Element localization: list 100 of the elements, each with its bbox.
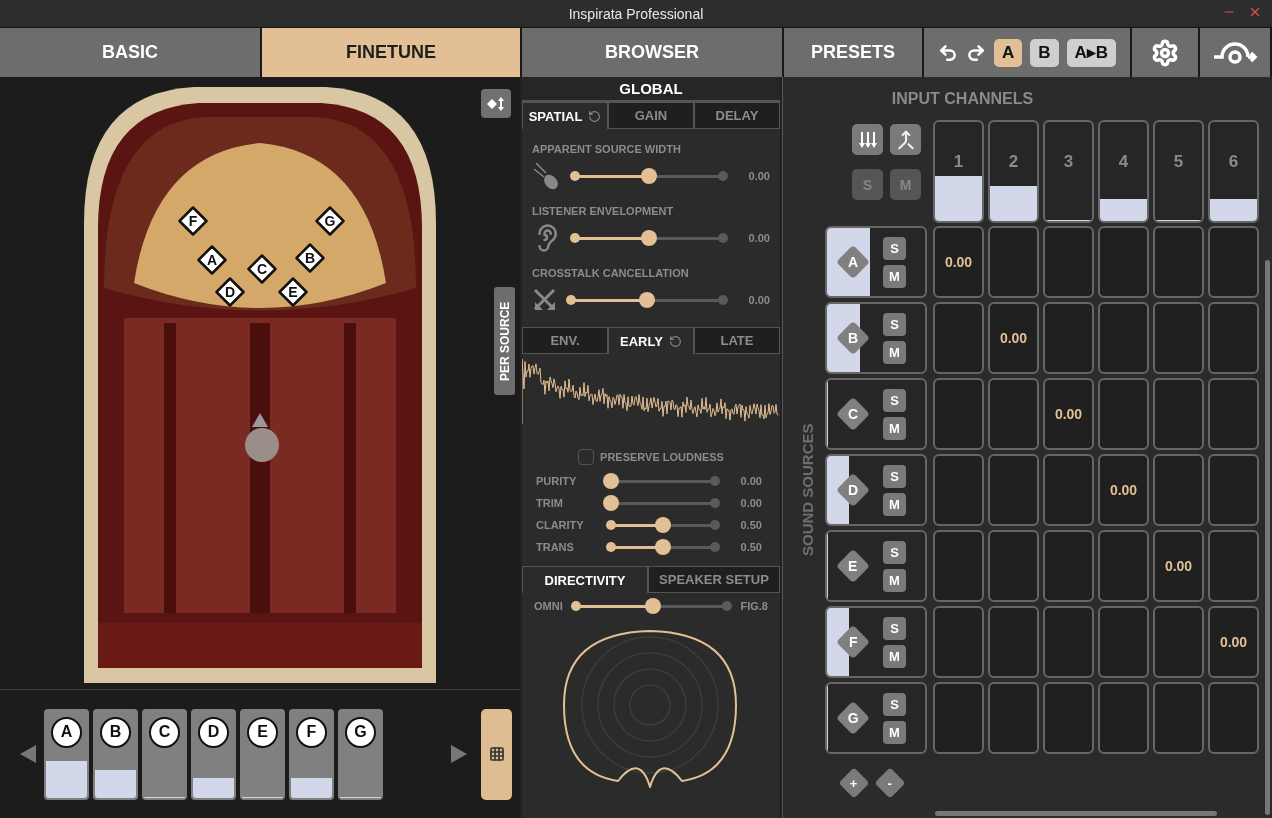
matrix-cell[interactable] [1043, 682, 1094, 754]
matrix-cell[interactable] [933, 682, 984, 754]
source-tile[interactable]: C [142, 708, 187, 800]
slider-thumb[interactable] [641, 168, 657, 184]
matrix-cell[interactable]: 0.00 [1208, 606, 1259, 678]
source-tile[interactable]: F [289, 708, 334, 800]
matrix-cell[interactable] [1043, 606, 1094, 678]
input-channel[interactable]: 3 [1043, 120, 1094, 223]
input-channel[interactable]: 4 [1098, 120, 1149, 223]
matrix-cell[interactable] [1098, 378, 1149, 450]
matrix-cell[interactable] [988, 226, 1039, 298]
source-tile[interactable]: E [240, 708, 285, 800]
mute-button[interactable]: M [883, 568, 906, 592]
matrix-cell[interactable] [933, 530, 984, 602]
sound-source[interactable]: G S M [825, 682, 927, 754]
undo-button[interactable] [937, 42, 958, 63]
view-toggle-button[interactable] [481, 89, 511, 118]
matrix-cell[interactable] [1153, 302, 1204, 374]
tab[interactable]: DIRECTIVITY [522, 566, 648, 593]
reset-icon[interactable] [588, 109, 602, 123]
matrix-cell[interactable] [933, 454, 984, 526]
mute-button[interactable]: M [883, 340, 906, 364]
matrix-cell[interactable]: 0.00 [988, 302, 1039, 374]
add-button[interactable]: + [838, 767, 870, 799]
matrix-cell[interactable] [933, 378, 984, 450]
mute-button[interactable]: M [883, 644, 906, 668]
source-tile[interactable]: B [93, 708, 138, 800]
mute-button[interactable]: M [883, 720, 906, 744]
matrix-cell[interactable] [1153, 606, 1204, 678]
compare-button[interactable]: A▸B [1066, 38, 1117, 67]
solo-button[interactable]: S [883, 692, 906, 716]
slider-thumb[interactable] [603, 495, 619, 511]
mute-button[interactable]: M [883, 416, 906, 440]
matrix-cell[interactable] [1153, 378, 1204, 450]
sound-source[interactable]: C S M [825, 378, 927, 450]
matrix-cell[interactable] [1043, 226, 1094, 298]
monitor-button[interactable] [1200, 28, 1270, 77]
source-tile[interactable]: D [191, 708, 236, 800]
solo-button[interactable]: S [883, 312, 906, 336]
listener-icon[interactable] [245, 413, 279, 462]
matrix-cell[interactable] [1098, 302, 1149, 374]
matrix-cell[interactable] [933, 302, 984, 374]
sound-source[interactable]: E S M [825, 530, 927, 602]
sound-source[interactable]: D S M [825, 454, 927, 526]
slider-thumb[interactable] [655, 539, 671, 555]
matrix-cell[interactable] [988, 530, 1039, 602]
source-marker[interactable]: G [315, 206, 345, 236]
grid-button[interactable] [481, 708, 512, 800]
tab[interactable]: GAIN [608, 102, 694, 129]
source-tile[interactable]: G [338, 708, 383, 800]
tab[interactable]: DELAY [694, 102, 780, 129]
merge-button[interactable] [890, 124, 921, 155]
matrix-cell[interactable] [988, 454, 1039, 526]
checkbox[interactable] [578, 449, 595, 465]
source-tile[interactable]: A [44, 708, 89, 800]
matrix-cell[interactable] [1043, 454, 1094, 526]
horizontal-scrollbar[interactable] [935, 811, 1217, 816]
tab[interactable]: SPATIAL [522, 102, 608, 129]
sound-source[interactable]: A S M [825, 226, 927, 298]
input-channel[interactable]: 1 [933, 120, 984, 223]
mute-button[interactable]: M [883, 492, 906, 516]
close-icon[interactable] [1248, 5, 1262, 19]
input-channel[interactable]: 5 [1153, 120, 1204, 223]
slider-thumb[interactable] [603, 473, 619, 489]
matrix-cell[interactable]: 0.00 [1043, 378, 1094, 450]
sound-source[interactable]: F S M [825, 606, 927, 678]
matrix-cell[interactable] [933, 606, 984, 678]
mute-button[interactable]: M [883, 264, 906, 288]
slider-thumb[interactable] [639, 292, 655, 308]
slider-thumb[interactable] [641, 230, 657, 246]
source-marker[interactable]: E [278, 277, 308, 307]
matrix-cell[interactable] [988, 682, 1039, 754]
matrix-cell[interactable] [988, 378, 1039, 450]
tab[interactable]: ENV. [522, 327, 608, 354]
distribute-button[interactable] [852, 124, 883, 155]
matrix-cell[interactable] [988, 606, 1039, 678]
source-marker[interactable]: C [247, 254, 277, 284]
redo-button[interactable] [965, 42, 986, 63]
compare-button[interactable]: A [993, 38, 1023, 67]
solo-button[interactable]: S [883, 540, 906, 564]
matrix-cell[interactable]: 0.00 [1098, 454, 1149, 526]
tab[interactable]: LATE [694, 327, 780, 354]
matrix-cell[interactable] [1043, 302, 1094, 374]
solo-button[interactable]: S [883, 388, 906, 412]
matrix-cell[interactable] [1208, 226, 1259, 298]
source-marker[interactable]: D [215, 277, 245, 307]
tab[interactable]: EARLY [608, 327, 694, 354]
matrix-cell[interactable]: 0.00 [1153, 530, 1204, 602]
nav-tab[interactable]: BROWSER [522, 28, 782, 77]
matrix-cell[interactable] [1098, 226, 1149, 298]
per-source-tab[interactable]: PER SOURCE [494, 287, 515, 395]
matrix-cell[interactable] [1098, 530, 1149, 602]
remove-button[interactable]: - [874, 767, 906, 799]
matrix-cell[interactable] [1153, 682, 1204, 754]
source-marker[interactable]: A [197, 245, 227, 275]
slider-thumb[interactable] [655, 517, 671, 533]
matrix-cell[interactable] [1043, 530, 1094, 602]
matrix-cell[interactable] [1153, 454, 1204, 526]
sound-source[interactable]: B S M [825, 302, 927, 374]
solo-button[interactable]: S [883, 464, 906, 488]
